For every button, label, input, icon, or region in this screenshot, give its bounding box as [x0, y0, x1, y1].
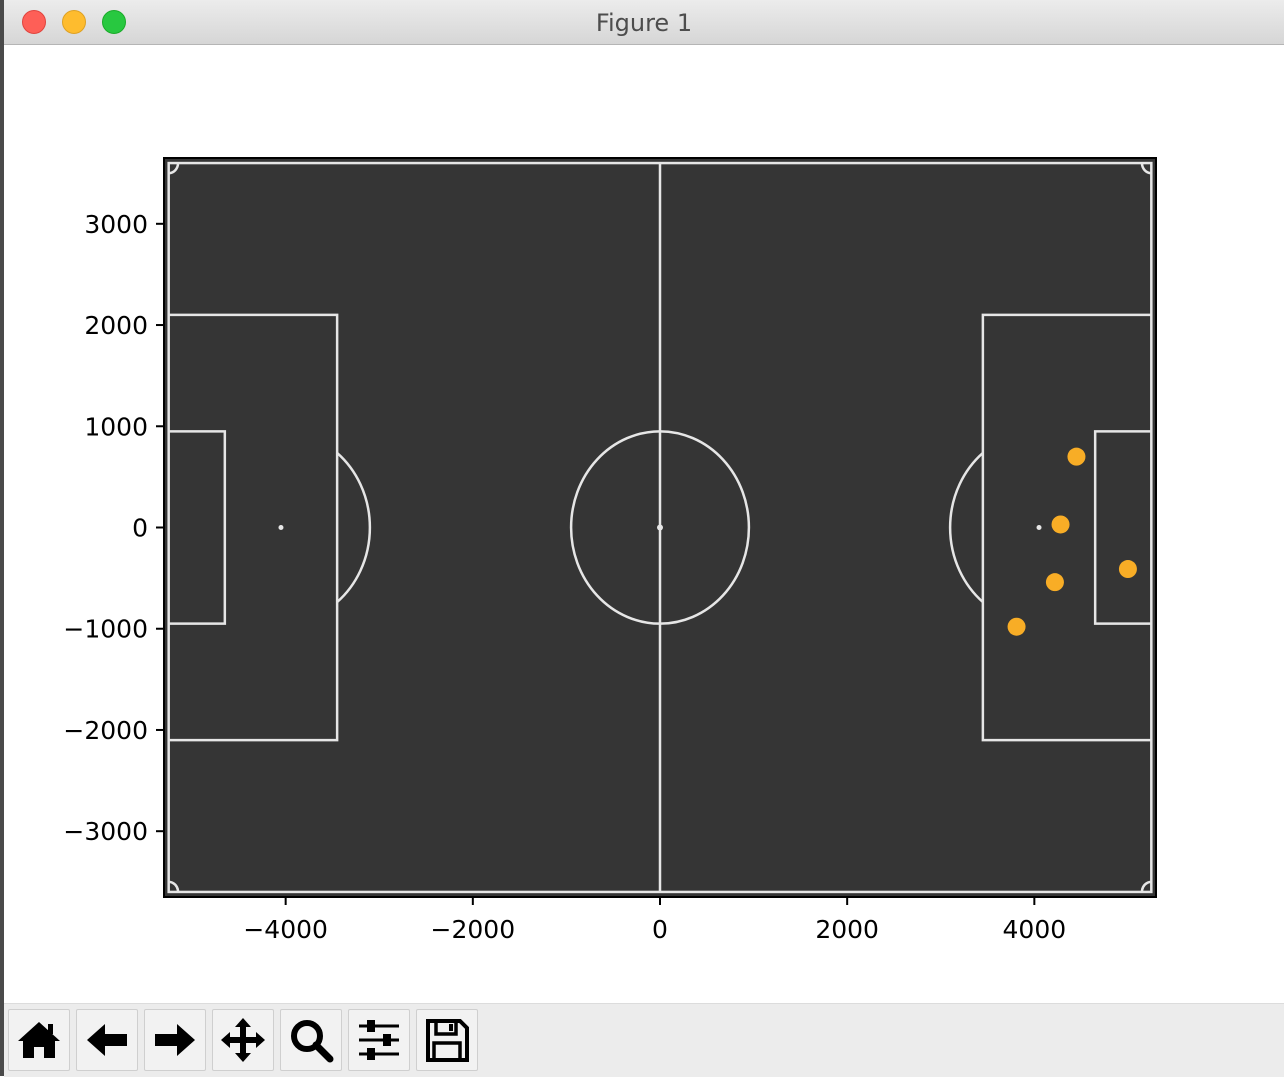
- title-bar[interactable]: Figure 1: [4, 0, 1284, 45]
- center-spot: [657, 524, 663, 531]
- magnifier-icon: [291, 1020, 334, 1063]
- floppy-disk-icon: [426, 1019, 469, 1062]
- x-tick-label: −2000: [431, 915, 516, 944]
- x-tick-label: 0: [652, 915, 668, 944]
- configure-subplots-button[interactable]: [348, 1009, 410, 1071]
- figure-window: Figure 1 −4000 −2000 0 2000 4000 3000 2000 100…: [0, 0, 1284, 1077]
- forward-button[interactable]: [144, 1009, 206, 1071]
- left-penalty-spot: [278, 525, 284, 530]
- y-axis: 3000 2000 1000 0 −1000 −2000 −3000: [63, 210, 164, 846]
- home-icon: [18, 1022, 60, 1058]
- scatter-point: [1051, 515, 1070, 534]
- y-tick-label: −2000: [63, 716, 148, 745]
- right-penalty-spot: [1036, 525, 1042, 530]
- y-tick-label: −1000: [63, 615, 148, 644]
- x-tick-label: 4000: [1003, 915, 1067, 944]
- sliders-icon: [359, 1020, 399, 1060]
- x-axis: −4000 −2000 0 2000 4000: [243, 897, 1066, 944]
- zoom-button[interactable]: [280, 1009, 342, 1071]
- scatter-point: [1007, 617, 1026, 636]
- y-tick-label: 1000: [84, 412, 148, 441]
- home-button[interactable]: [8, 1009, 70, 1071]
- x-tick-label: −4000: [243, 915, 328, 944]
- y-tick-label: −3000: [63, 817, 148, 846]
- x-tick-label: 2000: [815, 915, 879, 944]
- y-tick-label: 3000: [84, 210, 148, 239]
- scatter-point: [1118, 560, 1137, 579]
- pan-button[interactable]: [212, 1009, 274, 1071]
- y-tick-label: 0: [132, 514, 148, 543]
- window-title: Figure 1: [595, 9, 693, 37]
- arrow-right-icon: [155, 1024, 195, 1056]
- figure-canvas[interactable]: −4000 −2000 0 2000 4000 3000 2000 1000 0 −1000 −2…: [4, 45, 1284, 1003]
- scatter-point: [1045, 573, 1064, 592]
- arrow-left-icon: [87, 1024, 127, 1056]
- navigation-toolbar: [4, 1003, 1284, 1077]
- save-button[interactable]: [416, 1009, 478, 1071]
- y-tick-label: 2000: [84, 311, 148, 340]
- move-icon: [221, 1018, 265, 1062]
- scatter-point: [1067, 447, 1086, 466]
- back-button[interactable]: [76, 1009, 138, 1071]
